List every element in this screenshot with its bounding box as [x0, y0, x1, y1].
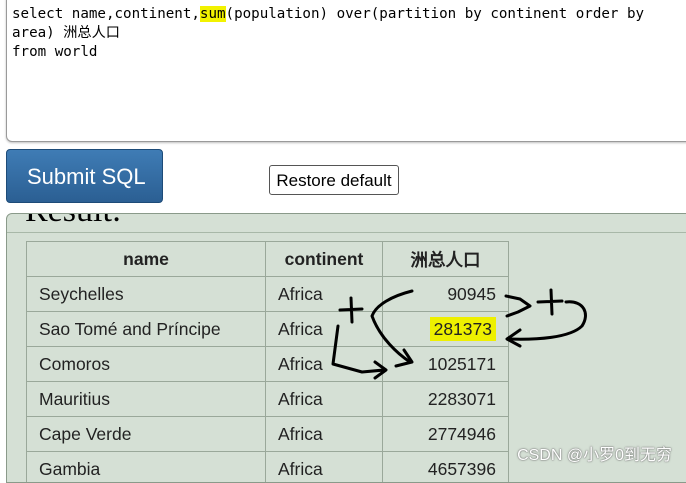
divider [7, 232, 686, 233]
cell-name: Cape Verde [27, 417, 266, 452]
column-header-continent: continent [266, 242, 383, 277]
column-header-continent-total: 洲总人口 [383, 242, 509, 277]
watermark: CSDN @小罗0到无穷 [517, 441, 672, 465]
cell-population-highlighted: 281373 [383, 312, 509, 347]
cell-population: 2774946 [383, 417, 509, 452]
sql-text-part: from world [12, 44, 97, 60]
cell-population: 4657396 [383, 452, 509, 483]
cell-continent: Africa [266, 417, 383, 452]
table-row: Comoros Africa 1025171 [27, 347, 509, 382]
cell-population: 2283071 [383, 382, 509, 417]
restore-default-button[interactable]: Restore default [269, 165, 399, 195]
cell-continent: Africa [266, 382, 383, 417]
table-row: Sao Tomé and Príncipe Africa 281373 [27, 312, 509, 347]
table-header-row: name continent 洲总人口 [27, 242, 509, 277]
cell-name: Gambia [27, 452, 266, 483]
table-row: Cape Verde Africa 2774946 [27, 417, 509, 452]
table-row: Gambia Africa 4657396 [27, 452, 509, 483]
column-header-name: name [27, 242, 266, 277]
cell-continent: Africa [266, 277, 383, 312]
cell-name: Mauritius [27, 382, 266, 417]
submit-sql-button[interactable]: Submit SQL [6, 149, 163, 203]
cell-continent: Africa [266, 347, 383, 382]
sql-highlight-sum: sum [200, 6, 226, 22]
result-table: name continent 洲总人口 Seychelles Africa 90… [26, 241, 509, 483]
sql-editor[interactable]: select name,continent,sum(population) ov… [6, 0, 686, 142]
cell-name: Seychelles [27, 277, 266, 312]
cell-population: 1025171 [383, 347, 509, 382]
cell-population: 90945 [383, 277, 509, 312]
sql-query-text[interactable]: select name,continent,sum(population) ov… [12, 5, 684, 62]
table-row: Mauritius Africa 2283071 [27, 382, 509, 417]
highlighted-value: 281373 [430, 317, 496, 341]
table-row: Seychelles Africa 90945 [27, 277, 509, 312]
sql-text-part: select name,continent, [12, 6, 200, 22]
cell-name: Comoros [27, 347, 266, 382]
cell-continent: Africa [266, 452, 383, 483]
cell-continent: Africa [266, 312, 383, 347]
result-heading: Result: [25, 213, 121, 230]
cell-name: Sao Tomé and Príncipe [27, 312, 266, 347]
